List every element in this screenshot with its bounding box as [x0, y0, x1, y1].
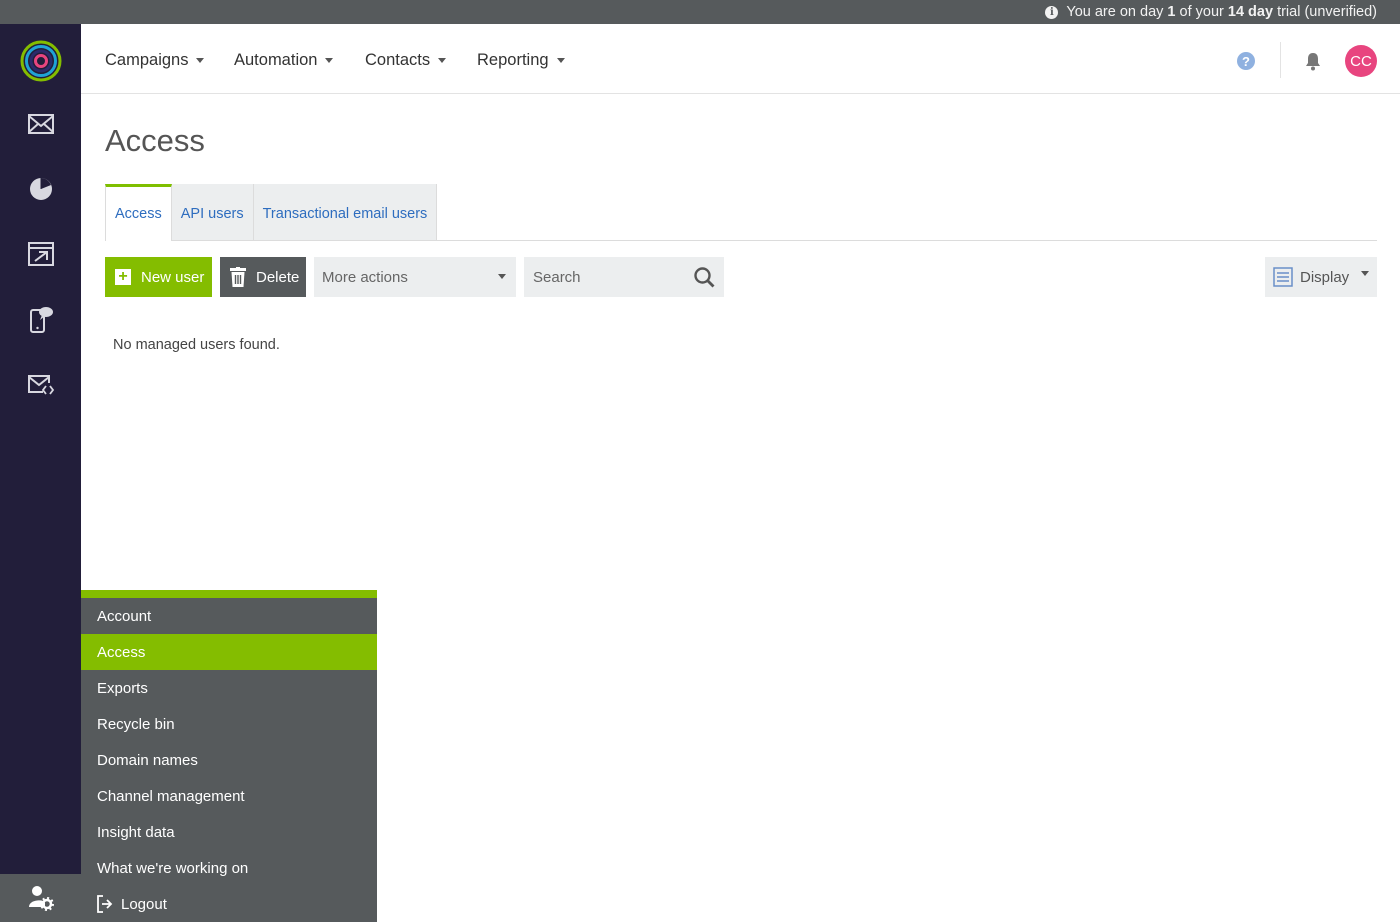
logo-icon[interactable] — [20, 40, 62, 82]
search-input[interactable]: Search — [524, 257, 724, 297]
sms-icon[interactable] — [25, 303, 57, 335]
chevron-down-icon — [196, 58, 205, 63]
help-icon[interactable]: ? — [1237, 52, 1255, 70]
nav-contacts[interactable]: Contacts — [365, 51, 447, 70]
nav-reporting[interactable]: Reporting — [477, 51, 565, 70]
trial-text: You are on day 1 of your 14 day trial (u… — [1066, 4, 1377, 20]
menu-item-access[interactable]: Access — [81, 634, 377, 670]
page-title: Access — [105, 123, 205, 158]
nav-automation[interactable]: Automation — [234, 51, 334, 70]
pie-chart-icon[interactable] — [25, 173, 57, 205]
settings-menu: Account Access Exports Recycle bin Domai… — [81, 590, 377, 922]
search-icon[interactable] — [694, 267, 715, 288]
menu-item-logout[interactable]: Logout — [81, 886, 377, 922]
envelope-icon[interactable] — [25, 108, 57, 140]
chevron-down-icon — [556, 58, 565, 63]
avatar[interactable]: CC — [1345, 45, 1377, 77]
menu-item-account[interactable]: Account — [81, 598, 377, 634]
more-actions-select[interactable]: More actions — [314, 257, 516, 297]
menu-item-exports[interactable]: Exports — [81, 670, 377, 706]
automation-icon[interactable] — [25, 238, 57, 270]
user-settings-button[interactable] — [0, 874, 81, 922]
tab-access[interactable]: Access — [105, 184, 172, 241]
bell-icon[interactable] — [1303, 51, 1323, 71]
tab-bar: Access API users Transactional email use… — [105, 184, 438, 241]
new-user-button[interactable]: + New user — [105, 257, 212, 297]
chevron-down-icon — [1361, 271, 1369, 276]
transactional-email-icon[interactable] — [25, 368, 57, 400]
plus-icon: + — [115, 269, 131, 285]
chevron-down-icon — [498, 274, 506, 279]
tab-divider — [171, 240, 1377, 241]
left-rail — [0, 24, 81, 922]
display-button[interactable]: Display — [1265, 257, 1377, 297]
chevron-down-icon — [325, 58, 334, 63]
trash-icon — [230, 267, 246, 287]
menu-item-recycle-bin[interactable]: Recycle bin — [81, 706, 377, 742]
top-navigation: Campaigns Automation Contacts Reporting … — [81, 24, 1400, 94]
menu-item-domain-names[interactable]: Domain names — [81, 742, 377, 778]
menu-item-what-were-working-on[interactable]: What we're working on — [81, 850, 377, 886]
nav-divider — [1280, 42, 1281, 78]
chevron-down-icon — [438, 58, 447, 63]
list-view-icon — [1273, 267, 1293, 287]
info-icon: i — [1045, 5, 1059, 19]
logout-icon — [97, 895, 113, 913]
tab-transactional-email-users[interactable]: Transactional email users — [253, 184, 438, 241]
delete-button[interactable]: Delete — [220, 257, 306, 297]
menu-item-insight-data[interactable]: Insight data — [81, 814, 377, 850]
nav-campaigns[interactable]: Campaigns — [105, 51, 205, 70]
tab-api-users[interactable]: API users — [171, 184, 254, 241]
trial-banner: i You are on day 1 of your 14 day trial … — [0, 0, 1400, 24]
menu-item-channel-management[interactable]: Channel management — [81, 778, 377, 814]
user-settings-icon — [28, 886, 54, 911]
empty-state-message: No managed users found. — [113, 337, 280, 353]
